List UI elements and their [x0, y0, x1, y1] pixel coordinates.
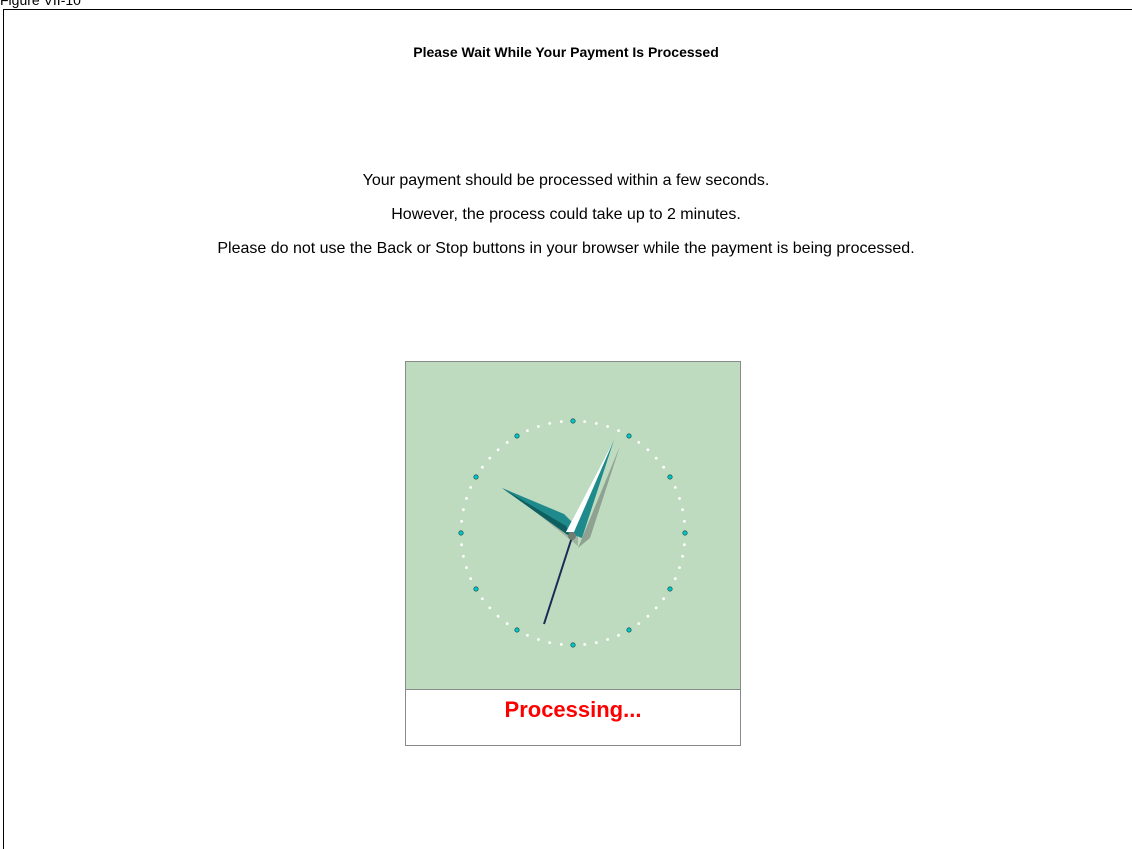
minute-marker [496, 448, 500, 452]
minute-marker [673, 486, 677, 489]
minute-marker [583, 643, 587, 646]
minute-marker [646, 614, 650, 618]
minute-marker [469, 577, 473, 580]
minute-marker [606, 425, 609, 428]
minute-marker [678, 497, 681, 500]
message-line-1: Your payment should be processed within … [362, 172, 770, 189]
hour-marker [667, 474, 673, 480]
message-line-3: Please do not use the Back or Stop butto… [217, 240, 915, 257]
minute-marker [559, 420, 563, 423]
minute-marker [662, 465, 665, 469]
minute-marker [646, 448, 650, 452]
second-hand [543, 533, 574, 625]
page-title: Please Wait While Your Payment Is Proces… [413, 44, 719, 60]
minute-marker [583, 420, 587, 423]
minute-marker [594, 422, 598, 425]
hour-marker [473, 586, 479, 592]
minute-marker [683, 519, 686, 523]
minute-marker [637, 622, 641, 625]
minute-marker [462, 554, 465, 558]
clock-icon [458, 418, 688, 648]
minute-marker [637, 441, 641, 444]
minute-marker [462, 508, 465, 512]
minute-marker [481, 597, 484, 601]
hour-marker [626, 627, 632, 633]
figure-label: Figure VII-10 [0, 0, 81, 8]
hour-marker [458, 530, 464, 536]
minute-marker [460, 519, 463, 523]
minute-marker [537, 638, 540, 641]
minute-marker [460, 543, 463, 547]
minute-marker [465, 497, 468, 500]
hour-marker [570, 418, 576, 424]
minute-marker [496, 614, 500, 618]
minute-marker [617, 429, 620, 433]
minute-marker [654, 606, 658, 610]
minute-marker [488, 606, 492, 610]
minute-marker [505, 441, 509, 444]
minute-marker [594, 641, 598, 644]
hour-marker [682, 530, 688, 536]
minute-marker [469, 486, 473, 489]
minute-marker [481, 465, 484, 469]
hour-marker [514, 433, 520, 439]
minute-marker [505, 622, 509, 625]
minute-marker [681, 508, 684, 512]
hour-marker [473, 474, 479, 480]
minute-marker [526, 633, 529, 637]
minute-marker [488, 456, 492, 460]
clock-center [568, 532, 576, 540]
hour-marker [570, 642, 576, 648]
message-line-2: However, the process could take up to 2 … [391, 206, 741, 223]
minute-marker [683, 543, 686, 547]
minute-marker [548, 641, 552, 644]
minute-marker [654, 456, 658, 460]
minute-marker [662, 597, 665, 601]
minute-marker [465, 566, 468, 569]
hour-marker [626, 433, 632, 439]
minute-marker [526, 429, 529, 433]
minute-marker [548, 422, 552, 425]
minute-marker [606, 638, 609, 641]
minute-marker [559, 643, 563, 646]
hour-marker [514, 627, 520, 633]
minute-marker [681, 554, 684, 558]
minute-marker [537, 425, 540, 428]
clock-face-area [406, 362, 740, 690]
hour-marker [667, 586, 673, 592]
minute-marker [673, 577, 677, 580]
processing-panel: Processing... [405, 361, 741, 746]
processing-status: Processing... [504, 697, 642, 722]
minute-marker [617, 633, 620, 637]
minute-marker [678, 566, 681, 569]
